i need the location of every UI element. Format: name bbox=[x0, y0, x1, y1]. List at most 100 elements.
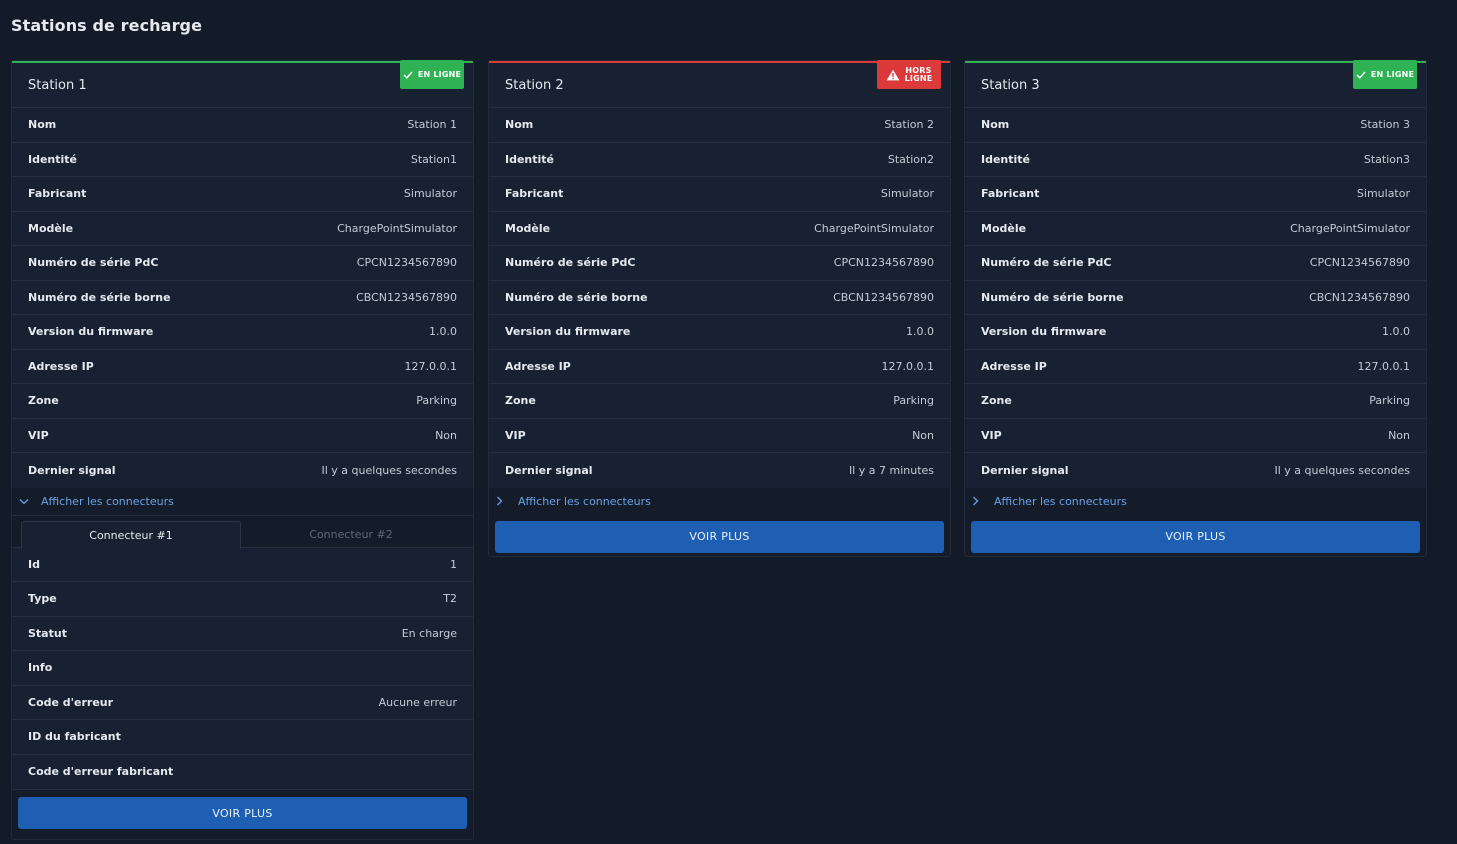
status-badge-online: EN LIGNE bbox=[1353, 60, 1417, 89]
row-dernier-signal: Dernier signal Il y a quelques secondes bbox=[965, 453, 1426, 488]
check-icon bbox=[403, 71, 413, 79]
row-label: Modèle bbox=[505, 221, 551, 235]
row-nom: Nom Station 1 bbox=[12, 108, 473, 143]
row-label: VIP bbox=[28, 428, 49, 442]
toggle-connectors[interactable]: Afficher les connecteurs bbox=[965, 487, 1426, 515]
row-vip: VIP Non bbox=[965, 418, 1426, 453]
row-serie-pdc: Numéro de série PdC CPCN1234567890 bbox=[965, 246, 1426, 281]
row-value: 127.0.0.1 bbox=[1357, 359, 1410, 373]
row-label: Fabricant bbox=[981, 187, 1040, 201]
row-label: Numéro de série borne bbox=[28, 290, 171, 304]
row-value: Parking bbox=[416, 394, 457, 408]
row-value: 1.0.0 bbox=[1382, 325, 1410, 339]
row-value: CPCN1234567890 bbox=[1309, 256, 1410, 270]
station-card-3: Station 3 EN LIGNE Nom Station 3 Identité… bbox=[964, 60, 1427, 557]
row-label: Id bbox=[28, 557, 40, 571]
row-zone: Zone Parking bbox=[489, 384, 950, 419]
row-dernier-signal: Dernier signal Il y a quelques secondes bbox=[12, 453, 473, 488]
row-label: Statut bbox=[28, 626, 67, 640]
row-serie-borne: Numéro de série borne CBCN1234567890 bbox=[965, 280, 1426, 315]
row-label: Zone bbox=[28, 394, 59, 408]
row-label: Identité bbox=[28, 152, 78, 166]
row-value: Simulator bbox=[403, 187, 457, 201]
row-firmware: Version du firmware 1.0.0 bbox=[12, 315, 473, 350]
row-value: ChargePointSimulator bbox=[814, 221, 934, 235]
row-label: Dernier signal bbox=[981, 463, 1069, 477]
row-value: CBCN1234567890 bbox=[833, 290, 934, 304]
row-value: En charge bbox=[401, 626, 457, 640]
station-card-2: Station 2 HORS LIGNE Nom Station 2 Identi… bbox=[488, 60, 951, 557]
tab-connector-2[interactable]: Connecteur #2 bbox=[241, 521, 461, 548]
row-vip: VIP Non bbox=[489, 418, 950, 453]
page-title: Stations de recharge bbox=[11, 16, 203, 35]
row-label: Numéro de série borne bbox=[505, 290, 648, 304]
status-badge-offline: HORS LIGNE bbox=[877, 60, 941, 89]
card-header: Station 2 HORS LIGNE bbox=[489, 60, 950, 108]
row-value: 1 bbox=[450, 557, 457, 571]
row-label: Adresse IP bbox=[505, 359, 571, 373]
row-label: Identité bbox=[505, 152, 555, 166]
row-label: Fabricant bbox=[505, 187, 564, 201]
toggle-connectors[interactable]: Afficher les connecteurs bbox=[489, 487, 950, 515]
row-value: ChargePointSimulator bbox=[337, 221, 457, 235]
row-modele: Modèle ChargePointSimulator bbox=[489, 211, 950, 246]
row-zone: Zone Parking bbox=[12, 384, 473, 419]
row-value: Station2 bbox=[887, 152, 934, 166]
row-label: Zone bbox=[981, 394, 1012, 408]
row-label: Version du firmware bbox=[28, 325, 154, 339]
row-label: ID du fabricant bbox=[28, 730, 121, 744]
row-value: Aucune erreur bbox=[378, 695, 457, 709]
row-value: Simulator bbox=[1356, 187, 1410, 201]
row-fabricant: Fabricant Simulator bbox=[965, 177, 1426, 212]
row-zone: Zone Parking bbox=[965, 384, 1426, 419]
row-label: Fabricant bbox=[28, 187, 87, 201]
row-value: 127.0.0.1 bbox=[404, 359, 457, 373]
row-value: T2 bbox=[443, 592, 457, 606]
row-label: Code d'erreur bbox=[28, 695, 114, 709]
row-label: Numéro de série PdC bbox=[28, 256, 159, 270]
row-value: Station3 bbox=[1363, 152, 1410, 166]
toggle-connectors-label: Afficher les connecteurs bbox=[518, 494, 651, 508]
row-label: Version du firmware bbox=[981, 325, 1107, 339]
voir-plus-button[interactable]: VOIR PLUS bbox=[18, 797, 467, 829]
warning-icon bbox=[886, 69, 900, 81]
row-label: Numéro de série PdC bbox=[505, 256, 636, 270]
row-label: Adresse IP bbox=[981, 359, 1047, 373]
row-fabricant: Fabricant Simulator bbox=[489, 177, 950, 212]
card-header: Station 3 EN LIGNE bbox=[965, 60, 1426, 108]
toggle-connectors[interactable]: Afficher les connecteurs bbox=[12, 487, 473, 515]
station-card-1: Station 1 EN LIGNE Nom Station 1 Identité… bbox=[11, 60, 474, 840]
row-label: Type bbox=[28, 592, 57, 606]
row-label: Nom bbox=[505, 118, 534, 132]
row-value: CBCN1234567890 bbox=[1309, 290, 1410, 304]
row-ip: Adresse IP 127.0.0.1 bbox=[489, 349, 950, 384]
row-firmware: Version du firmware 1.0.0 bbox=[489, 315, 950, 350]
row-value: Non bbox=[1388, 428, 1410, 442]
row-label: Adresse IP bbox=[28, 359, 94, 373]
card-header: Station 1 EN LIGNE bbox=[12, 60, 473, 108]
row-value: 1.0.0 bbox=[429, 325, 457, 339]
status-badge-line2: LIGNE bbox=[904, 73, 933, 83]
check-icon bbox=[1356, 71, 1366, 79]
row-label: Identité bbox=[981, 152, 1031, 166]
row-value: CBCN1234567890 bbox=[356, 290, 457, 304]
voir-plus-button[interactable]: VOIR PLUS bbox=[971, 520, 1420, 553]
row-label: VIP bbox=[505, 428, 526, 442]
row-firmware: Version du firmware 1.0.0 bbox=[965, 315, 1426, 350]
row-label: Numéro de série PdC bbox=[981, 256, 1112, 270]
row-label: Numéro de série borne bbox=[981, 290, 1124, 304]
row-value: Non bbox=[435, 428, 457, 442]
status-badge-label: EN LIGNE bbox=[417, 70, 462, 79]
row-label: Info bbox=[28, 661, 53, 675]
conn-row-statut: Statut En charge bbox=[12, 616, 473, 651]
row-serie-borne: Numéro de série borne CBCN1234567890 bbox=[12, 280, 473, 315]
voir-plus-button[interactable]: VOIR PLUS bbox=[495, 520, 944, 553]
tab-connector-1[interactable]: Connecteur #1 bbox=[21, 520, 241, 549]
row-serie-pdc: Numéro de série PdC CPCN1234567890 bbox=[12, 246, 473, 281]
row-label: Modèle bbox=[28, 221, 74, 235]
connector-tabs: Connecteur #1 Connecteur #2 bbox=[12, 515, 473, 549]
row-label: Zone bbox=[505, 394, 536, 408]
row-modele: Modèle ChargePointSimulator bbox=[965, 211, 1426, 246]
row-label: VIP bbox=[981, 428, 1002, 442]
row-value: Station 2 bbox=[884, 118, 934, 132]
